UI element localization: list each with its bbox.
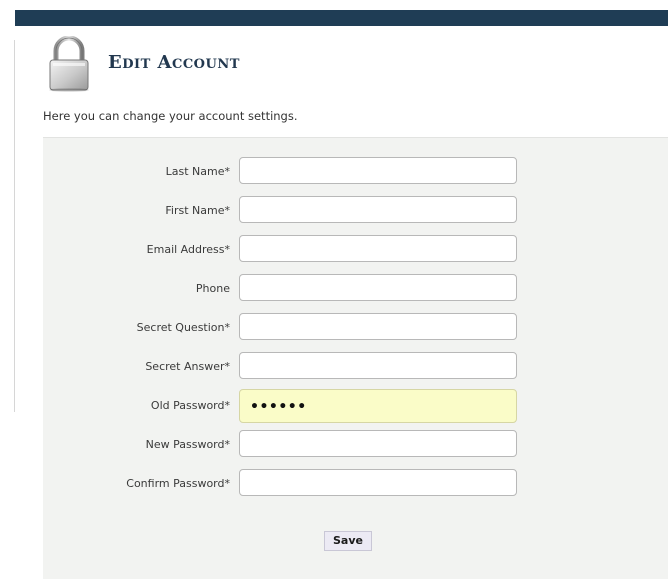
intro-text: Here you can change your account setting… xyxy=(43,109,298,123)
page-title: Edit Account xyxy=(108,52,240,73)
email-address-row: Email Address* xyxy=(43,235,668,265)
new-password-input[interactable] xyxy=(239,430,517,457)
secret-answer-input[interactable] xyxy=(239,352,517,379)
secret-question-label: Secret Question* xyxy=(136,321,230,334)
last-name-row: Last Name* xyxy=(43,157,668,187)
new-password-label: New Password* xyxy=(145,438,230,451)
old-password-input[interactable]: •••••• xyxy=(239,389,517,423)
edit-account-form: Last Name* First Name* Email Address* Ph… xyxy=(43,137,668,579)
new-password-row: New Password* xyxy=(43,430,668,460)
secret-question-input[interactable] xyxy=(239,313,517,340)
first-name-label: First Name* xyxy=(165,204,230,217)
phone-row: Phone xyxy=(43,274,668,304)
confirm-password-label: Confirm Password* xyxy=(126,477,230,490)
email-address-input[interactable] xyxy=(239,235,517,262)
save-button[interactable]: Save xyxy=(324,531,372,551)
confirm-password-row: Confirm Password* xyxy=(43,469,668,499)
old-password-value: •••••• xyxy=(250,399,307,415)
padlock-icon xyxy=(49,36,89,92)
email-address-label: Email Address* xyxy=(146,243,230,256)
last-name-input[interactable] xyxy=(239,157,517,184)
secret-answer-row: Secret Answer* xyxy=(43,352,668,382)
phone-input[interactable] xyxy=(239,274,517,301)
left-divider xyxy=(14,40,15,412)
first-name-row: First Name* xyxy=(43,196,668,226)
last-name-label: Last Name* xyxy=(165,165,230,178)
top-navigation-bar xyxy=(15,10,668,26)
secret-answer-label: Secret Answer* xyxy=(145,360,230,373)
secret-question-row: Secret Question* xyxy=(43,313,668,343)
first-name-input[interactable] xyxy=(239,196,517,223)
phone-label: Phone xyxy=(195,282,230,295)
confirm-password-input[interactable] xyxy=(239,469,517,496)
old-password-row: Old Password* •••••• xyxy=(43,389,668,423)
old-password-label: Old Password* xyxy=(150,399,230,412)
